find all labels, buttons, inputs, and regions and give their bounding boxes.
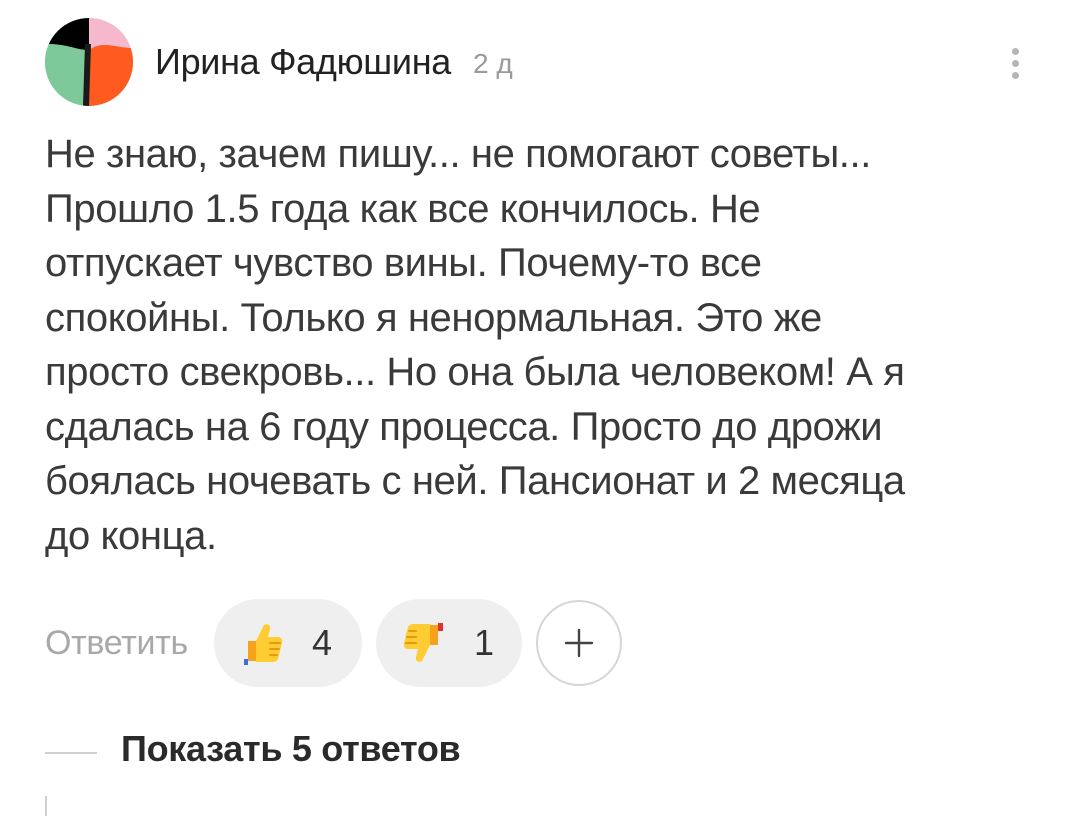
comment-text-line: спокойны. Только я ненормальная. Это же bbox=[45, 295, 822, 340]
more-vertical-icon-dot bbox=[1011, 71, 1019, 79]
more-options-button[interactable] bbox=[1000, 38, 1030, 88]
thumbs-up-icon bbox=[243, 624, 283, 665]
add-reaction-button[interactable] bbox=[535, 600, 622, 686]
more-vertical-icon-dot bbox=[1011, 59, 1019, 67]
author-name[interactable]: Ирина Фадюшина bbox=[155, 41, 451, 83]
timestamp: 2 д bbox=[473, 48, 513, 79]
comment-text-line: сдалась на 6 году процесса. Просто до др… bbox=[45, 404, 883, 449]
thumbs-down-icon bbox=[403, 623, 443, 662]
plus-icon bbox=[564, 628, 594, 658]
avatar[interactable] bbox=[45, 18, 133, 106]
replies-divider bbox=[45, 752, 97, 754]
comment-text-line: боялась ночевать с ней. Пансионат и 2 ме… bbox=[45, 459, 905, 503]
thread-line bbox=[45, 796, 47, 816]
avatar-image bbox=[45, 18, 133, 106]
comment-text: Не знаю, зачем пишу... не помогают совет… bbox=[45, 127, 1035, 563]
more-vertical-icon bbox=[1011, 47, 1019, 55]
comment-text-line: до конца. bbox=[45, 513, 217, 558]
comment-header: Ирина Фадюшина 2 д bbox=[45, 16, 513, 108]
comment-text-line: Прошло 1.5 года как все кончилось. Не bbox=[45, 186, 761, 231]
dislike-count: 1 bbox=[473, 622, 494, 663]
like-count: 4 bbox=[311, 622, 332, 663]
show-replies-button[interactable]: Показать 5 ответов bbox=[121, 728, 461, 770]
comment-text-line: просто свекровь... Но она была человеком… bbox=[45, 350, 905, 394]
comment-text-line: Не знаю, зачем пишу... не помогают совет… bbox=[45, 132, 871, 176]
reply-button[interactable]: Ответить bbox=[45, 624, 188, 663]
comment-text-line: отпускает чувство вины. Почему-то все bbox=[45, 241, 762, 285]
dislike-reaction-button[interactable]: 1 bbox=[375, 599, 522, 687]
comment: Ирина Фадюшина 2 д Не знаю, зачем пишу..… bbox=[0, 0, 1080, 816]
like-reaction-button[interactable]: 4 bbox=[213, 599, 362, 687]
comment-actions: Ответить 4 1 bbox=[45, 598, 622, 688]
